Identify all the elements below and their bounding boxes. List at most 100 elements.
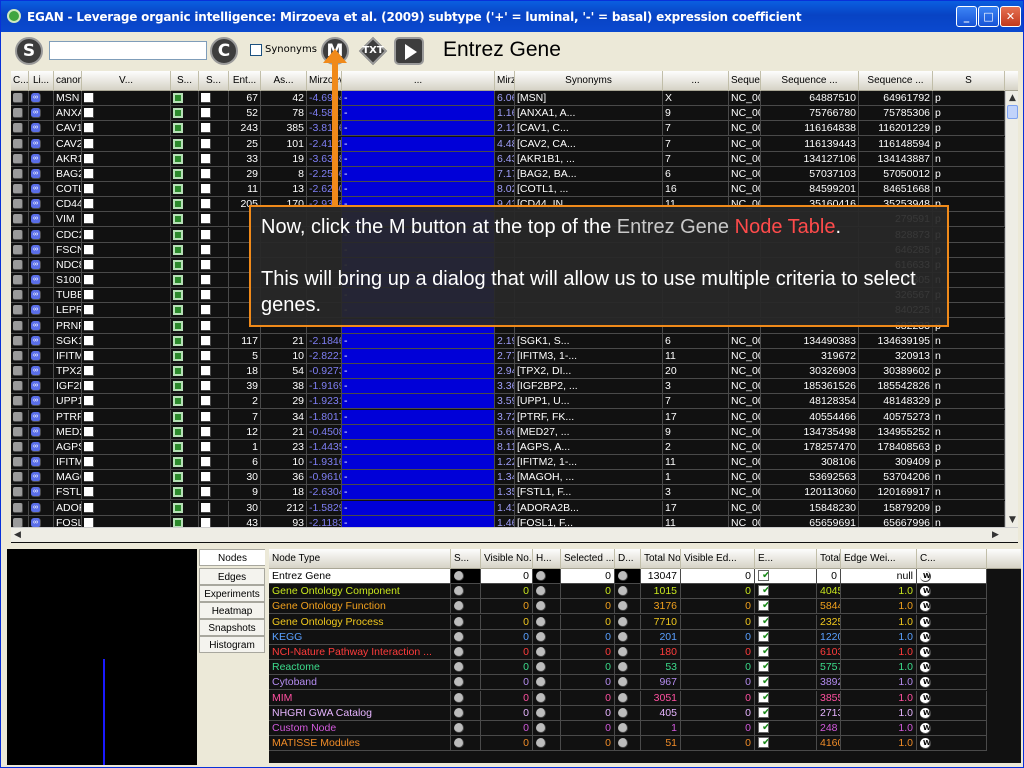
dot-icon[interactable]: [536, 738, 546, 749]
dot-icon[interactable]: [536, 586, 546, 597]
table-row[interactable]: ∞ IGF2BP2 3938-1.9169- 3.361E-8[IGF2BP2, ..…: [11, 379, 1005, 395]
column-header[interactable]: Total Nodes: [641, 549, 681, 569]
select-box[interactable]: [201, 305, 211, 316]
visible-box[interactable]: [84, 305, 94, 316]
link-icon[interactable]: ∞: [31, 350, 41, 361]
table-row[interactable]: MIM0030510✔38551.0W: [269, 690, 1021, 706]
link-icon[interactable]: ∞: [31, 153, 41, 164]
visible-box[interactable]: [84, 168, 94, 179]
table-row[interactable]: ∞CAV225101-2.4111-4.480E-10[CAV2, CA...7…: [11, 136, 1005, 152]
select-box[interactable]: [201, 153, 211, 164]
tab-experiments[interactable]: Experiments: [199, 585, 265, 602]
dot-icon[interactable]: [454, 707, 464, 718]
scroll-left-icon[interactable]: ◀: [11, 528, 24, 542]
dot-icon[interactable]: [618, 723, 628, 733]
visible-box[interactable]: [84, 244, 94, 255]
status-icon[interactable]: [173, 184, 183, 195]
status-icon[interactable]: [173, 275, 183, 286]
select-box[interactable]: [201, 472, 211, 483]
dot-icon[interactable]: [454, 616, 464, 627]
select-box[interactable]: [201, 396, 211, 407]
status-icon[interactable]: [173, 457, 183, 468]
weight-icon[interactable]: W: [920, 616, 931, 628]
enabled-checkbox[interactable]: ✔: [758, 585, 769, 597]
visible-box[interactable]: [84, 108, 94, 119]
close-button[interactable]: ✕: [1000, 6, 1021, 27]
weight-icon[interactable]: W: [920, 738, 931, 750]
dot-icon[interactable]: [454, 662, 464, 673]
column-header[interactable]: D...: [615, 549, 641, 569]
tab-histogram[interactable]: Histogram: [199, 636, 265, 653]
select-box[interactable]: [201, 123, 211, 134]
select-box[interactable]: [201, 259, 211, 270]
dot-icon[interactable]: [618, 647, 628, 657]
column-header[interactable]: Node Type: [269, 549, 451, 569]
enabled-checkbox[interactable]: ✔: [758, 722, 769, 733]
link-icon[interactable]: ∞: [31, 487, 41, 498]
status-icon[interactable]: [173, 487, 183, 498]
dot-icon[interactable]: [536, 647, 546, 657]
status-icon[interactable]: [173, 320, 183, 331]
tab-heatmap[interactable]: Heatmap: [199, 602, 265, 619]
weight-icon[interactable]: W: [920, 631, 931, 643]
visible-box[interactable]: [84, 320, 94, 331]
c-button[interactable]: C: [210, 37, 238, 65]
link-icon[interactable]: ∞: [31, 290, 41, 301]
dot-icon[interactable]: [536, 631, 546, 642]
select-box[interactable]: [201, 335, 211, 346]
column-header[interactable]: Ent...: [229, 71, 261, 91]
dot-icon[interactable]: [618, 631, 628, 642]
minimize-button[interactable]: _: [956, 6, 977, 27]
link-icon[interactable]: ∞: [31, 320, 41, 331]
weight-icon[interactable]: W: [920, 707, 931, 719]
dot-icon[interactable]: [536, 662, 546, 673]
weight-icon[interactable]: W: [920, 586, 931, 598]
visible-box[interactable]: [84, 381, 94, 392]
select-box[interactable]: [201, 244, 211, 255]
play-button[interactable]: [394, 37, 424, 65]
dot-icon[interactable]: [618, 738, 628, 749]
dot-icon[interactable]: [536, 692, 546, 703]
table-row[interactable]: Reactome00530✔57571.0W: [269, 660, 1021, 676]
table-row[interactable]: Entrez Gene00130470✔0nullW: [269, 569, 1021, 584]
scroll-thumb[interactable]: [1007, 105, 1018, 119]
table-row[interactable]: ∞BAG2298-2.2566-7.173E-10[BAG2, BA...6NC…: [11, 166, 1005, 182]
select-box[interactable]: [201, 366, 211, 377]
horizontal-scrollbar[interactable]: ◀ ▶: [11, 527, 1018, 542]
link-icon[interactable]: ∞: [31, 123, 41, 134]
table-row[interactable]: ∞ MED27 1221-0.4508- 5.666E-8[MED27, ...9NC…: [11, 424, 1005, 440]
select-box[interactable]: [201, 320, 211, 331]
dot-icon[interactable]: [536, 707, 546, 718]
dot-icon[interactable]: [454, 738, 464, 749]
select-box[interactable]: [201, 426, 211, 437]
vertical-scrollbar[interactable]: ▲ ▼: [1005, 91, 1018, 529]
column-header[interactable]: Li...: [29, 71, 54, 91]
status-icon[interactable]: [173, 244, 183, 255]
dot-icon[interactable]: [536, 723, 546, 733]
status-icon[interactable]: [173, 108, 183, 119]
table-row[interactable]: Gene Ontology Function0031760✔584401.0W: [269, 599, 1021, 615]
table-row[interactable]: ∞AKR1B13319-3.6318-6.432E-10[AKR1B1, ...…: [11, 151, 1005, 167]
dot-icon[interactable]: [618, 571, 628, 581]
status-icon[interactable]: [173, 199, 183, 210]
enabled-checkbox[interactable]: ✔: [758, 661, 769, 673]
link-icon[interactable]: ∞: [31, 138, 41, 149]
column-header[interactable]: S...: [171, 71, 199, 91]
table-row[interactable]: MATISSE Modules00510✔41601.0W: [269, 736, 1021, 752]
status-icon[interactable]: [173, 366, 183, 377]
status-icon[interactable]: [173, 259, 183, 270]
table-row[interactable]: ∞ SGK1 11721-2.1846- 2.195E-8[SGK1, S...6NC…: [11, 333, 1005, 349]
table-row[interactable]: NCI-Nature Pathway Interaction ... 0 0 180 0…: [269, 645, 1021, 660]
select-box[interactable]: [201, 168, 211, 179]
table-row[interactable]: NHGRI GWA Catalog004050✔27131.0W: [269, 705, 1021, 721]
status-icon[interactable]: [173, 441, 183, 452]
search-input[interactable]: [49, 41, 207, 60]
visible-box[interactable]: [84, 184, 94, 195]
column-header[interactable]: Visible Ed...: [681, 549, 755, 569]
link-icon[interactable]: ∞: [31, 184, 41, 195]
dot-icon[interactable]: [618, 586, 628, 597]
link-icon[interactable]: ∞: [31, 502, 41, 513]
column-header[interactable]: H...: [533, 549, 561, 569]
status-icon[interactable]: [173, 472, 183, 483]
dot-icon[interactable]: [618, 707, 628, 718]
